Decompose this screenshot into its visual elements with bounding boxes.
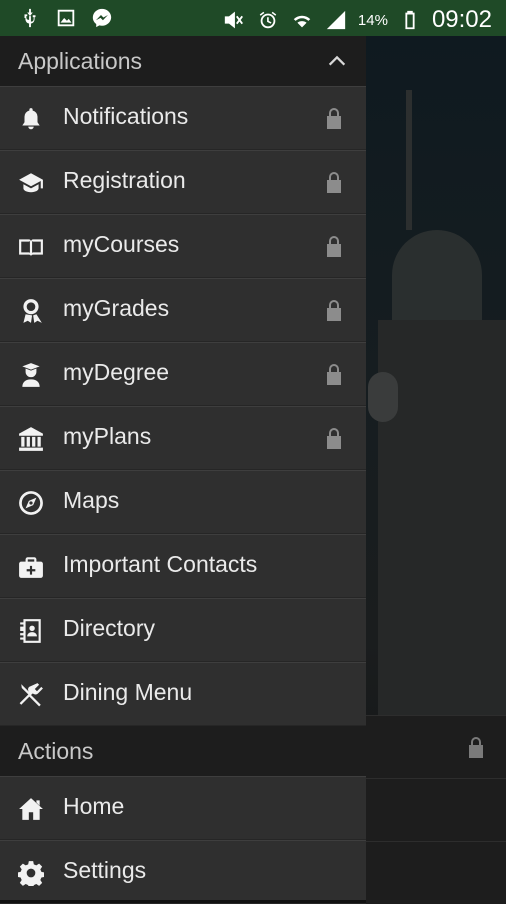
- drawer-item-myplans[interactable]: myPlans: [0, 406, 366, 470]
- drawer-item-label: Registration: [63, 167, 186, 193]
- drawer-item-mydegree[interactable]: myDegree: [0, 342, 366, 406]
- actions-section-header: Actions: [0, 726, 366, 776]
- gear-icon: [17, 860, 45, 889]
- drawer-item-important-contacts[interactable]: Important Contacts: [0, 534, 366, 598]
- address-book-icon: [18, 618, 44, 644]
- drawer-item-registration[interactable]: Registration: [0, 150, 366, 214]
- drawer-item-label: Notifications: [63, 103, 189, 129]
- tower-building-image: [378, 320, 506, 715]
- drawer-item-label: Maps: [63, 487, 120, 513]
- graduation-cap-icon: [18, 170, 44, 196]
- drawer-item-label: Home: [63, 793, 125, 819]
- lock-icon: [322, 425, 346, 451]
- drawer-item-maps[interactable]: Maps: [0, 470, 366, 534]
- drawer-item-label: myDegree: [63, 359, 170, 385]
- lock-icon: [322, 105, 346, 131]
- battery-icon: [398, 8, 422, 32]
- drawer-item-label: myGrades: [63, 295, 170, 321]
- signal-icon: [324, 8, 348, 32]
- tower-clock-image: [368, 372, 398, 422]
- applications-header-label: Applications: [18, 47, 143, 74]
- background-lock-icon: [464, 734, 488, 765]
- status-left-icons: [18, 6, 114, 30]
- drawer-item-directory[interactable]: Directory: [0, 598, 366, 662]
- drawer-item-mycourses[interactable]: myCourses: [0, 214, 366, 278]
- medkit-icon: [18, 554, 44, 580]
- drawer-item-label: Settings: [63, 857, 147, 883]
- background-list-row: [366, 841, 506, 904]
- drawer-item-label: Dining Menu: [63, 679, 193, 705]
- lock-icon: [322, 297, 346, 323]
- lock-icon: [322, 169, 346, 195]
- lock-icon: [322, 361, 346, 387]
- drawer-item-label: myCourses: [63, 231, 180, 257]
- mute-icon: [222, 8, 246, 32]
- drawer-item-label: Directory: [63, 615, 156, 641]
- drawer-item-dining-menu[interactable]: Dining Menu: [0, 662, 366, 726]
- actions-header-label: Actions: [18, 737, 94, 764]
- lock-icon: [322, 233, 346, 259]
- tower-dome-image: [392, 230, 482, 320]
- ribbon-icon: [18, 298, 44, 324]
- drawer-item-mygrades[interactable]: myGrades: [0, 278, 366, 342]
- usb-icon: [18, 6, 42, 30]
- bell-icon: [18, 106, 44, 132]
- utensils-icon: [18, 682, 44, 708]
- battery-percent: 14%: [357, 11, 388, 29]
- drawer-item-home[interactable]: Home: [0, 776, 366, 840]
- background-list-row: [366, 778, 506, 841]
- image-icon: [54, 6, 78, 30]
- compass-icon: [18, 490, 44, 516]
- drawer-item-notifications[interactable]: Notifications: [0, 86, 366, 150]
- status-right-icons: 14% 09:02: [222, 6, 492, 34]
- applications-section-header[interactable]: Applications: [0, 36, 366, 86]
- wifi-icon: [290, 8, 314, 32]
- bank-icon: [18, 426, 44, 452]
- clock-time: 09:02: [431, 6, 492, 33]
- chevron-up-icon[interactable]: [326, 50, 348, 78]
- alarm-icon: [256, 8, 280, 32]
- tower-spire-image: [406, 90, 412, 230]
- home-icon: [18, 796, 44, 822]
- drawer-item-label: Important Contacts: [63, 551, 258, 577]
- book-icon: [18, 234, 44, 260]
- status-bar: 14% 09:02: [0, 0, 506, 36]
- drawer-item-label: myPlans: [63, 423, 152, 449]
- drawer-item-settings[interactable]: Settings: [0, 840, 366, 904]
- navigation-drawer: Applications Notifications Registration …: [0, 36, 366, 904]
- messenger-icon: [90, 6, 114, 30]
- graduate-icon: [18, 362, 44, 388]
